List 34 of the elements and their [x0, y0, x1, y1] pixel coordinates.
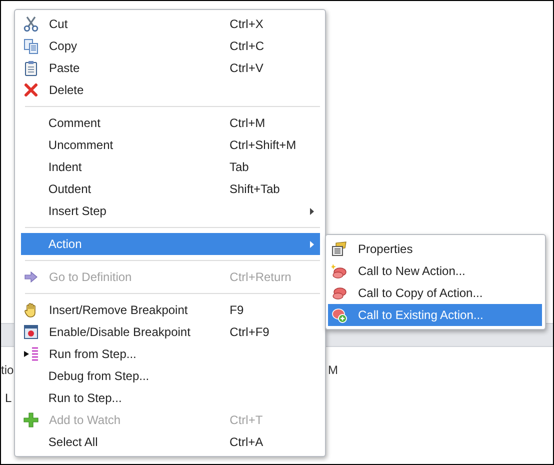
- menu-item[interactable]: Debug from Step...: [21, 365, 320, 387]
- run-from-step-icon: [23, 346, 39, 362]
- menu-item[interactable]: Insert Step: [21, 200, 320, 222]
- menu-item[interactable]: Call to Copy of Action...: [328, 282, 542, 304]
- menu-item[interactable]: Copy Ctrl+C: [21, 35, 320, 57]
- menu-item[interactable]: Call to Existing Action...: [328, 304, 542, 326]
- menu-item[interactable]: Call to New Action...: [328, 260, 542, 282]
- menu-item[interactable]: Action: [21, 233, 320, 255]
- properties-icon: [331, 241, 347, 257]
- bricks-icon: [331, 285, 347, 301]
- bricks-star-icon: [331, 263, 347, 279]
- cut-off-label: M: [328, 363, 338, 377]
- menu-item[interactable]: Cut Ctrl+X: [21, 13, 320, 35]
- menu-item[interactable]: Delete: [21, 79, 320, 101]
- menu-item[interactable]: Select All Ctrl+A: [21, 431, 320, 453]
- menu-item[interactable]: Comment Ctrl+M: [21, 112, 320, 134]
- bricks-plus-icon: [331, 307, 347, 323]
- cut-off-label: tio: [1, 363, 14, 377]
- clipboard-icon: [23, 60, 39, 76]
- menu-item[interactable]: Properties: [328, 238, 542, 260]
- menu-item[interactable]: Insert/Remove Breakpoint F9: [21, 299, 320, 321]
- delete-icon: [23, 82, 39, 98]
- cut-off-label: L: [5, 391, 12, 405]
- arrow-icon: [23, 269, 39, 285]
- menu-item[interactable]: Run to Step...: [21, 387, 320, 409]
- menu-item[interactable]: Indent Tab: [21, 156, 320, 178]
- menu-item[interactable]: Run from Step...: [21, 343, 320, 365]
- copy-icon: [23, 38, 39, 54]
- breakpoint-icon: [23, 324, 39, 340]
- menu-item[interactable]: Uncomment Ctrl+Shift+M: [21, 134, 320, 156]
- menu-item[interactable]: Paste Ctrl+V: [21, 57, 320, 79]
- menu-item[interactable]: Outdent Shift+Tab: [21, 178, 320, 200]
- plus-icon: [23, 412, 39, 428]
- scissors-icon: [23, 16, 39, 32]
